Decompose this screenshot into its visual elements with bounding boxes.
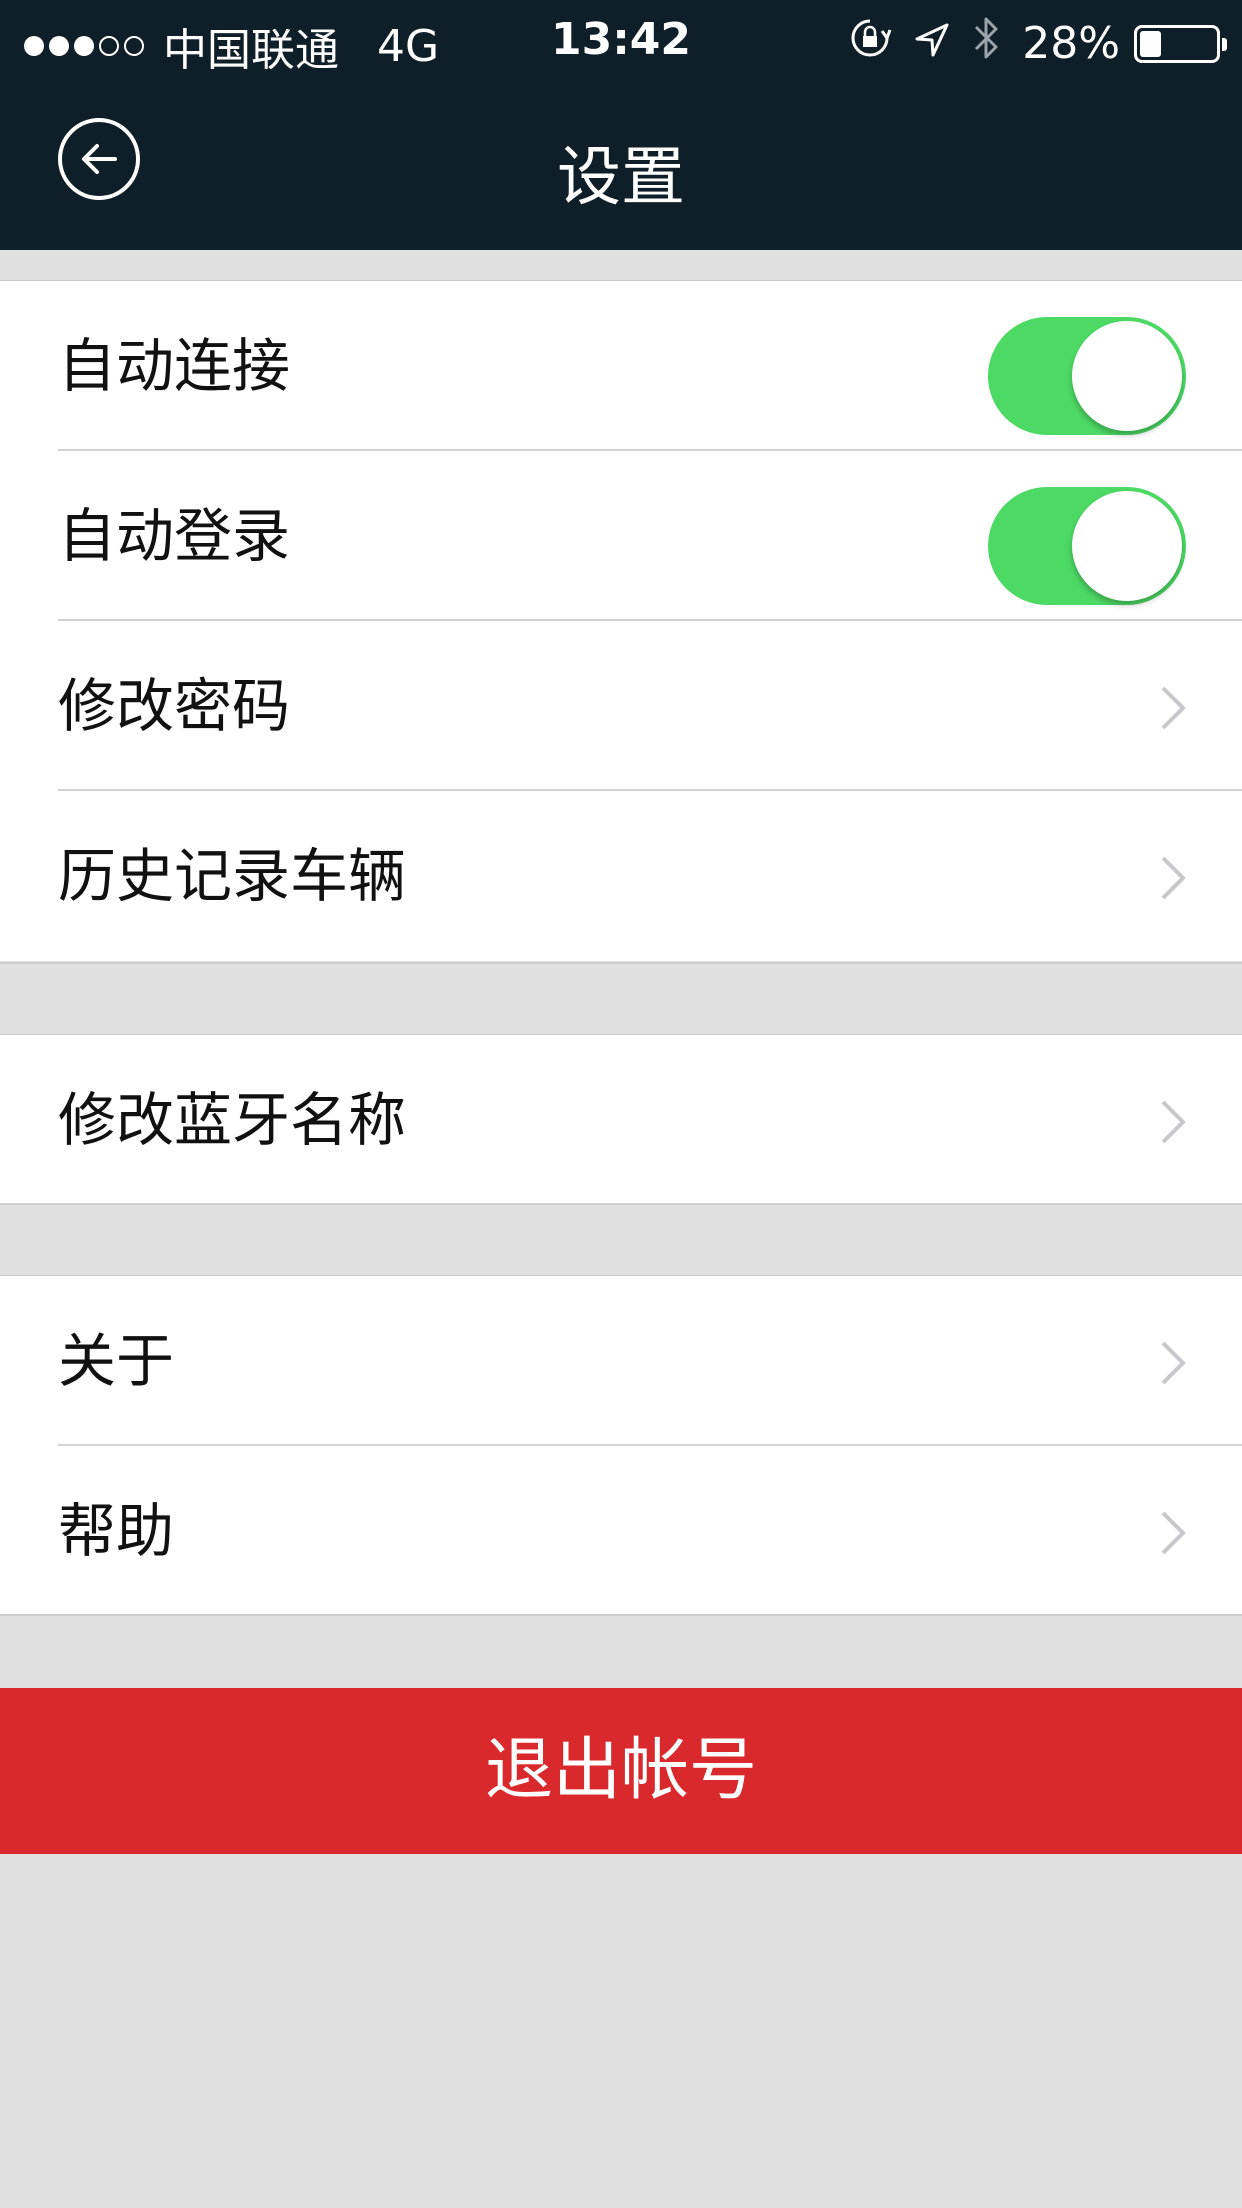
group-divider <box>0 1203 1242 1205</box>
about-row[interactable]: 关于 <box>0 1276 1242 1446</box>
status-right: 28% <box>848 14 1227 73</box>
help-label: 帮助 <box>58 1497 175 1565</box>
app-header: 中国联通 4G 13:42 28% 设置 <box>0 0 1242 250</box>
status-bar: 中国联通 4G 13:42 28% <box>0 0 1242 84</box>
settings-group-bluetooth: 修改蓝牙名称 <box>0 1034 1242 1205</box>
battery-icon <box>1134 24 1227 63</box>
auto-login-toggle[interactable] <box>988 487 1186 605</box>
history-vehicles-row[interactable]: 历史记录车辆 <box>0 791 1242 961</box>
auto-connect-label: 自动连接 <box>58 332 291 400</box>
logout-button[interactable]: 退出帐号 <box>0 1688 1242 1854</box>
change-password-label: 修改密码 <box>58 672 291 740</box>
location-icon <box>914 18 950 69</box>
auto-login-label: 自动登录 <box>58 502 291 570</box>
toggle-knob <box>1072 321 1182 431</box>
chevron-right-icon <box>1158 1338 1188 1392</box>
about-label: 关于 <box>58 1327 175 1395</box>
page-title: 设置 <box>557 141 685 215</box>
chevron-right-icon <box>1158 683 1188 737</box>
settings-group-info: 关于 帮助 <box>0 1275 1242 1616</box>
group-divider <box>0 962 1242 964</box>
group-divider <box>0 1614 1242 1616</box>
chevron-right-icon <box>1158 1508 1188 1562</box>
chevron-right-icon <box>1158 853 1188 907</box>
chevron-right-icon <box>1158 1097 1188 1151</box>
change-password-row[interactable]: 修改密码 <box>0 621 1242 791</box>
bluetooth-name-row[interactable]: 修改蓝牙名称 <box>0 1035 1242 1205</box>
toggle-knob <box>1072 491 1182 601</box>
orientation-lock-icon <box>848 16 892 71</box>
battery-fill <box>1140 30 1161 57</box>
battery-nub <box>1222 37 1227 51</box>
bluetooth-icon <box>972 14 1000 73</box>
help-row[interactable]: 帮助 <box>0 1446 1242 1616</box>
battery-percent: 28% <box>1022 18 1120 69</box>
settings-group-account: 自动连接 自动登录 修改密码 历史记录车辆 <box>0 280 1242 961</box>
auto-login-row: 自动登录 <box>0 451 1242 621</box>
auto-connect-row: 自动连接 <box>0 281 1242 451</box>
bluetooth-name-label: 修改蓝牙名称 <box>58 1086 407 1154</box>
auto-connect-toggle[interactable] <box>988 317 1186 435</box>
history-vehicles-label: 历史记录车辆 <box>58 842 407 910</box>
